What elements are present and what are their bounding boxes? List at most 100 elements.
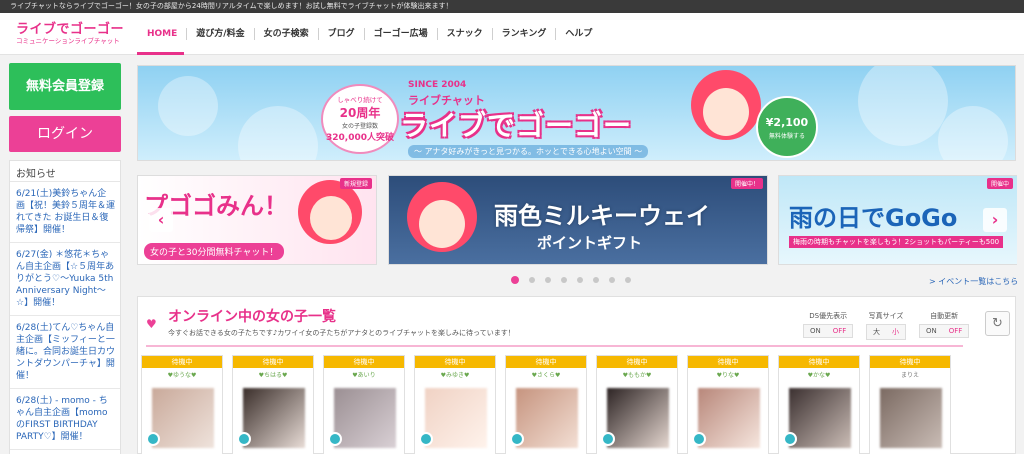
ctrl-label: DS優先表示 xyxy=(809,312,848,320)
girl-card[interactable]: 待機中 ♥りな♥ xyxy=(687,355,769,454)
card-name: ♥あいり xyxy=(352,372,376,379)
auto-refresh-toggle: ON OFF xyxy=(919,324,970,338)
photo-size-control: 写真サイズ 大 小 xyxy=(866,311,906,340)
decor-bubble xyxy=(858,66,948,146)
card-status: 待機中 xyxy=(142,356,222,368)
top-info-bar: ライブチャットならライブでゴーゴー！女の子の部屋から24時間リアルタイムで楽しめ… xyxy=(0,0,1024,13)
card-name: ♥さくら♥ xyxy=(531,372,561,379)
carousel-dot[interactable] xyxy=(511,276,519,284)
decor-bubble xyxy=(938,106,1008,160)
girl-photo xyxy=(880,388,942,448)
girl-photo xyxy=(698,388,760,448)
toggle-off[interactable]: OFF xyxy=(943,325,969,337)
refresh-icon[interactable]: ↻ xyxy=(985,311,1010,336)
girl-card[interactable]: 待機中 ♥みゆき♥ xyxy=(414,355,496,454)
slide-title: 雨色ミルキーウェイ xyxy=(494,202,710,230)
news-item[interactable]: 6/28(土)てん♡ちゃん自主企画【ミッフィーと一緒に。合同お誕生日カウントダウ… xyxy=(10,316,120,389)
event-list-link[interactable]: > イベント一覧はこちら xyxy=(929,276,1018,287)
online-title: オンライン中の女の子一覧 xyxy=(168,309,336,325)
banner-tagline: 〜 アナタ好みがきっと見つかる。ホッとできる心地よい空間 〜 xyxy=(408,145,649,158)
badge-line: 女の子登録数 xyxy=(341,123,378,130)
girl-photo xyxy=(152,388,214,448)
price-value: ¥2,100 xyxy=(765,116,809,129)
nav-search-girls[interactable]: 女の子検索 xyxy=(253,28,318,40)
girl-photo xyxy=(425,388,487,448)
news-item[interactable]: 6/28(土) - momo - ちゃん自主企画【momoのFIRST BIRT… xyxy=(10,389,120,450)
card-status: 待機中 xyxy=(597,356,677,368)
online-girls-panel: ♥ オンライン中の女の子一覧 今すぐお話できる女の子たちです♪カワイイ女の子たち… xyxy=(137,296,1016,454)
slide-subtitle: ポイントギフト xyxy=(537,234,643,252)
ds-icon xyxy=(419,432,433,446)
ds-icon xyxy=(510,432,524,446)
card-status: 待機中 xyxy=(506,356,586,368)
nav-home[interactable]: HOME xyxy=(138,28,186,40)
carousel-dots xyxy=(511,276,641,284)
nav-plaza[interactable]: ゴーゴー広場 xyxy=(363,28,437,40)
nav-how-to-play[interactable]: 遊び方/料金 xyxy=(186,28,253,40)
banner-since: SINCE 2004 xyxy=(408,80,467,90)
toggle-off[interactable]: OFF xyxy=(827,325,853,337)
sidebar: 無料会員登録 ログイン お知らせ 6/21(土)美鈴ちゃん企画【祝！美鈴５周年＆… xyxy=(9,63,121,454)
toggle-small[interactable]: 小 xyxy=(886,325,905,339)
badge-line: しゃべり続けて xyxy=(337,96,383,104)
site-logo[interactable]: ライブでゴーゴー コミュニケーションライブチャット xyxy=(16,23,128,46)
news-item[interactable]: 6/21(土)美鈴ちゃん企画【祝！美鈴５周年＆運れてきた お誕生日＆復帰祭】開催… xyxy=(10,182,120,243)
logo-title: ライブでゴーゴー xyxy=(16,22,125,37)
girl-card[interactable]: 待機中 ♥かな♥ xyxy=(778,355,860,454)
free-trial-badge[interactable]: ¥2,100 無料体験する xyxy=(756,96,818,158)
slide-title: 雨の日でGoGo xyxy=(789,204,958,232)
girl-card[interactable]: 待機中 ♥ももか♥ xyxy=(596,355,678,454)
carousel-slide[interactable]: 雨の日でGoGo 梅雨の時期もチャットを楽しもう！2ショットもパーティーも500… xyxy=(778,175,1017,265)
carousel-prev-button[interactable]: ‹ xyxy=(149,208,173,232)
slide-girl-face xyxy=(419,200,465,248)
ctrl-label: 自動更新 xyxy=(930,312,959,320)
carousel-dot[interactable] xyxy=(545,277,551,283)
news-panel: お知らせ 6/21(土)美鈴ちゃん企画【祝！美鈴５周年＆運れてきた お誕生日＆復… xyxy=(9,160,121,454)
carousel-dot[interactable] xyxy=(609,277,615,283)
site-header: ライブでゴーゴー コミュニケーションライブチャット HOME 遊び方/料金 女の… xyxy=(0,13,1024,55)
carousel-dot[interactable] xyxy=(529,277,535,283)
girl-photo xyxy=(789,388,851,448)
carousel-slide[interactable]: プゴゴみん！ 女の子と30分間無料チャット！ 新規登録 xyxy=(137,175,377,265)
banner-title: ライブでゴーゴー xyxy=(400,109,633,142)
carousel-dot[interactable] xyxy=(577,277,583,283)
toggle-on[interactable]: ON xyxy=(920,325,943,337)
toggle-large[interactable]: 大 xyxy=(867,325,886,339)
ds-icon xyxy=(146,432,160,446)
login-button[interactable]: ログイン xyxy=(9,116,121,152)
card-status: 待機中 xyxy=(324,356,404,368)
nav-ranking[interactable]: ランキング xyxy=(491,28,556,40)
girl-photo xyxy=(243,388,305,448)
girl-photo xyxy=(607,388,669,448)
register-button[interactable]: 無料会員登録 xyxy=(9,63,121,110)
card-status: 待機中 xyxy=(779,356,859,368)
slide-subtitle: 女の子と30分間無料チャット！ xyxy=(144,243,285,260)
girl-card[interactable]: 待機中 ♥ちはる♥ xyxy=(232,355,314,454)
card-name: ♥ちはる♥ xyxy=(258,372,288,379)
girl-card[interactable]: 待機中 まりえ xyxy=(869,355,951,454)
ds-icon xyxy=(783,432,797,446)
girl-card[interactable]: 待機中 ♥ゆうな♥ xyxy=(141,355,223,454)
event-carousel: プゴゴみん！ 女の子と30分間無料チャット！ 新規登録 雨色ミルキーウェイ ポイ… xyxy=(137,175,1017,265)
price-note: 無料体験する xyxy=(768,133,805,140)
logo-subtitle: コミュニケーションライブチャット xyxy=(16,37,120,45)
ds-icon xyxy=(692,432,706,446)
carousel-dot[interactable] xyxy=(625,277,631,283)
carousel-next-button[interactable]: › xyxy=(983,208,1007,232)
girl-photo xyxy=(516,388,578,448)
hero-banner[interactable]: しゃべり続けて 20周年 女の子登録数 320,000人突破 SINCE 200… xyxy=(137,65,1016,161)
toggle-on[interactable]: ON xyxy=(804,325,827,337)
carousel-dot[interactable] xyxy=(593,277,599,283)
carousel-dot[interactable] xyxy=(561,277,567,283)
news-item[interactable]: 6/27(金) ＊悠花＊ちゃん自主企画【☆５周年ありがとう♡〜Yuuka 5th… xyxy=(10,243,120,316)
ds-icon xyxy=(328,432,342,446)
decor-bubble xyxy=(238,106,318,160)
girl-card[interactable]: 待機中 ♥あいり xyxy=(323,355,405,454)
girl-card[interactable]: 待機中 ♥さくら♥ xyxy=(505,355,587,454)
carousel-slide[interactable]: 雨色ミルキーウェイ ポイントギフト 開催中！ xyxy=(388,175,768,265)
nav-blog[interactable]: ブログ xyxy=(317,28,364,40)
news-title: お知らせ xyxy=(10,161,120,182)
badge-count: 320,000人突破 xyxy=(326,133,394,143)
nav-snack[interactable]: スナック xyxy=(436,28,492,40)
nav-help[interactable]: ヘルプ xyxy=(555,28,601,40)
